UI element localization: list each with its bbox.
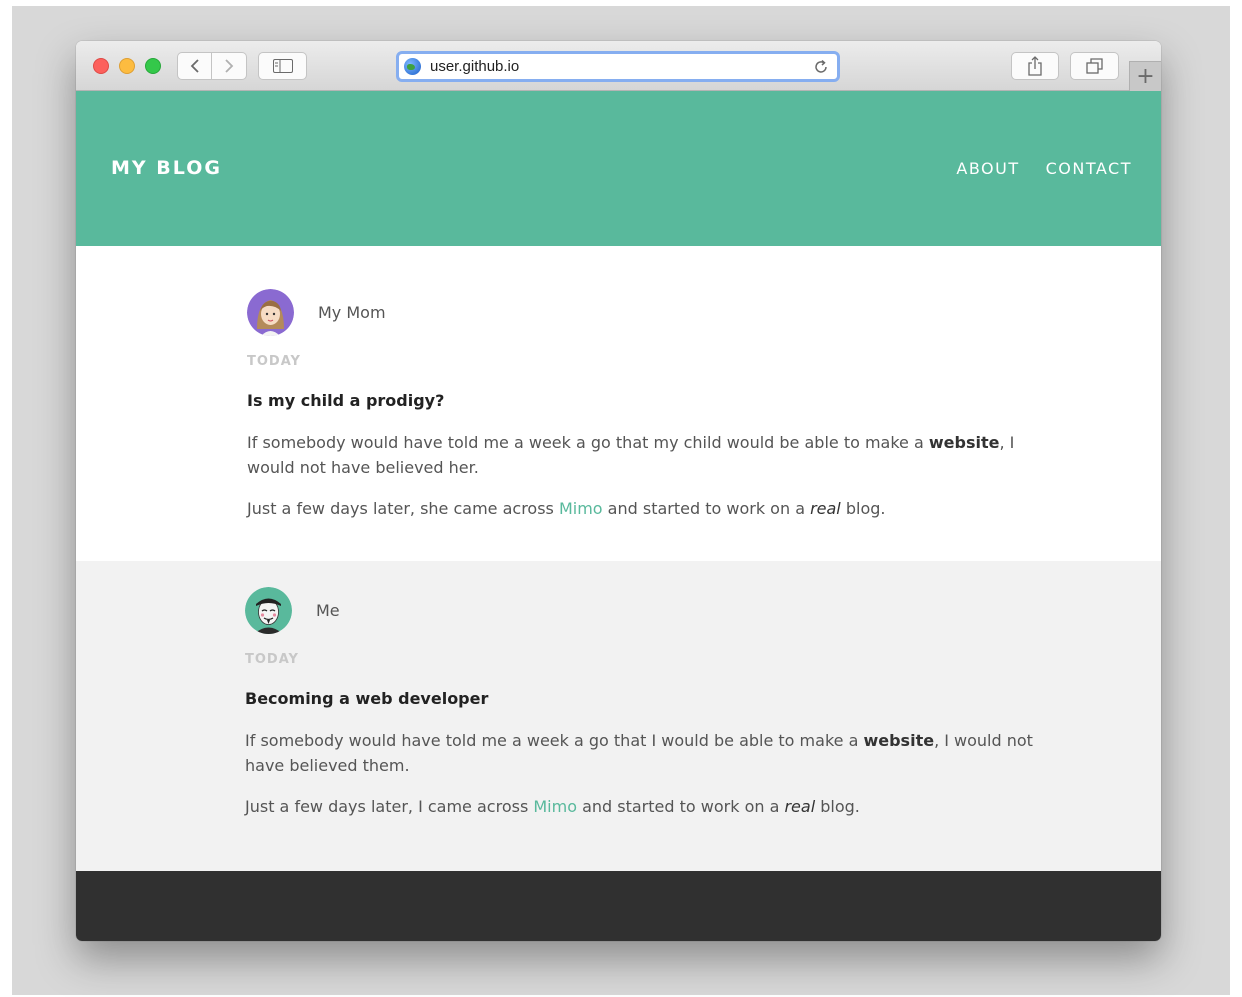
- text-span: and started to work on a: [602, 499, 811, 518]
- italic-text: real: [810, 499, 841, 518]
- post-title: Becoming a web developer: [245, 689, 489, 708]
- text-span: Just a few days later, I came across: [245, 797, 534, 816]
- mimo-link[interactable]: Mimo: [559, 499, 603, 518]
- reload-icon: [815, 59, 827, 73]
- site-brand[interactable]: MY BLOG: [111, 157, 222, 179]
- share-button[interactable]: [1011, 52, 1059, 80]
- sidebar-icon: [272, 59, 293, 73]
- site-footer: [76, 871, 1161, 941]
- post-date: TODAY: [245, 652, 299, 667]
- post-date: TODAY: [247, 354, 301, 369]
- browser-window: user.github.io + MY BLOG ABOUT CONTACT M…: [76, 41, 1161, 941]
- author-row: My Mom: [247, 288, 1047, 336]
- minimize-window-button[interactable]: [119, 58, 135, 74]
- author-row: Me: [245, 586, 1045, 634]
- show-tabs-button[interactable]: [1070, 52, 1119, 80]
- post-card: My Mom TODAY Is my child a prodigy? If s…: [76, 246, 1161, 561]
- post-paragraph: Just a few days later, she came across M…: [247, 496, 1037, 521]
- author-name: Me: [316, 600, 340, 620]
- text-span: and started to work on a: [576, 797, 785, 816]
- post-title: Is my child a prodigy?: [247, 391, 445, 410]
- close-window-button[interactable]: [93, 58, 109, 74]
- nav-about-link[interactable]: ABOUT: [956, 159, 1019, 178]
- plus-icon: +: [1136, 64, 1155, 89]
- mimo-link[interactable]: Mimo: [533, 797, 577, 816]
- tabs-icon: [1085, 58, 1103, 74]
- post-paragraph: If somebody would have told me a week a …: [247, 430, 1037, 480]
- forward-icon: [225, 59, 234, 73]
- url-text: user.github.io: [430, 58, 520, 75]
- text-span: If somebody would have told me a week a …: [247, 433, 929, 452]
- site-nav: ABOUT CONTACT: [956, 159, 1132, 178]
- avatar: [245, 586, 292, 634]
- globe-icon: [404, 58, 421, 75]
- post-card: Me TODAY Becoming a web developer If som…: [76, 561, 1161, 871]
- reload-button[interactable]: [813, 59, 829, 79]
- italic-text: real: [784, 797, 816, 816]
- nav-contact-link[interactable]: CONTACT: [1046, 159, 1132, 178]
- site-header: MY BLOG ABOUT CONTACT: [76, 91, 1161, 246]
- bold-text: website: [863, 731, 935, 750]
- back-icon: [190, 59, 199, 73]
- author-name: My Mom: [318, 302, 386, 322]
- back-button[interactable]: [177, 52, 212, 80]
- new-tab-button[interactable]: +: [1129, 61, 1161, 91]
- avatar: [247, 288, 294, 336]
- text-span: blog.: [840, 499, 886, 518]
- share-icon: [1028, 56, 1042, 76]
- post-paragraph: If somebody would have told me a week a …: [245, 728, 1035, 778]
- sidebar-button[interactable]: [258, 52, 307, 80]
- history-nav: [177, 52, 247, 80]
- browser-toolbar: user.github.io +: [76, 41, 1161, 91]
- forward-button[interactable]: [212, 52, 247, 80]
- text-span: If somebody would have told me a week a …: [245, 731, 864, 750]
- address-bar[interactable]: user.github.io: [396, 51, 840, 82]
- zoom-window-button[interactable]: [145, 58, 161, 74]
- bold-text: website: [928, 433, 1000, 452]
- post-paragraph: Just a few days later, I came across Mim…: [245, 794, 1035, 819]
- text-span: Just a few days later, she came across: [247, 499, 559, 518]
- text-span: blog.: [815, 797, 860, 816]
